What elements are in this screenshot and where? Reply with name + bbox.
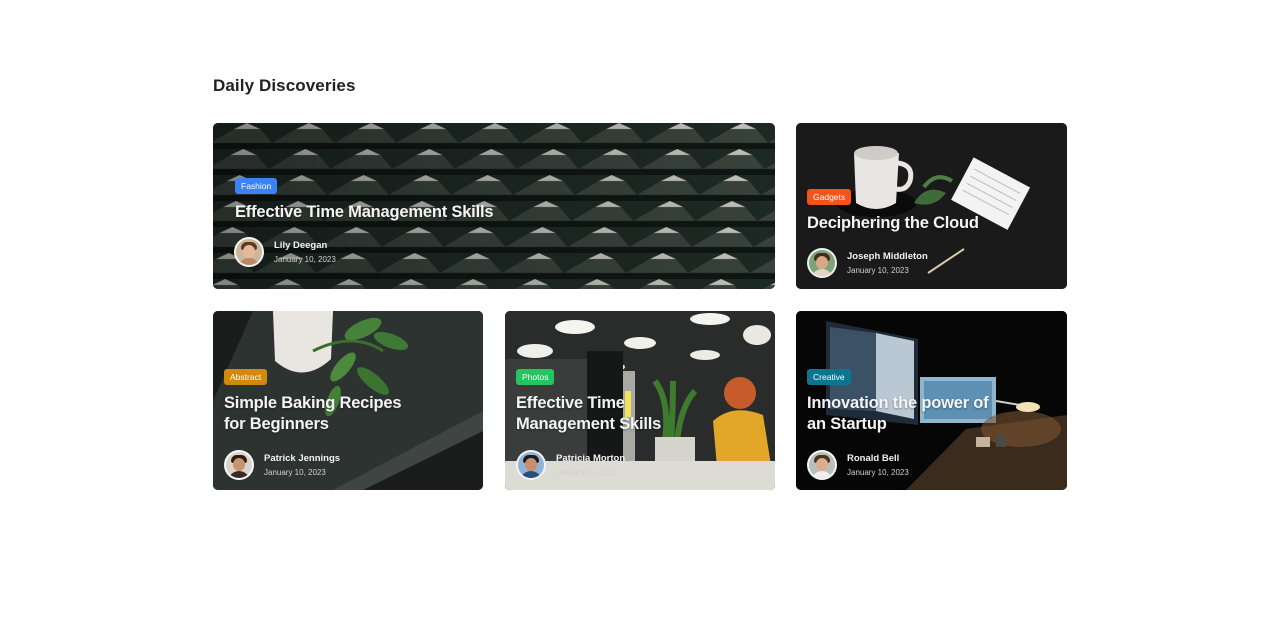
category-badge[interactable]: Photos: [516, 369, 555, 385]
post-date: January 10, 2023: [264, 468, 326, 477]
section-title: Daily Discoveries: [213, 76, 356, 95]
post-date: January 10, 2023: [847, 468, 909, 477]
article-card-time-management[interactable]: Fashion Effective Time Management Skills…: [213, 123, 775, 289]
author-avatar: [234, 237, 264, 267]
author-name[interactable]: Patricia Morton: [556, 453, 625, 464]
author-avatar: [516, 450, 546, 480]
article-card-startup-innovation[interactable]: Creative Innovation the power of an Star…: [796, 311, 1067, 490]
article-title-line: Simple Baking Recipes: [224, 394, 402, 412]
article-title-line: Effective Time: [516, 394, 625, 412]
category-badge[interactable]: Creative: [807, 369, 851, 385]
article-card-management-skills[interactable]: Photos Effective Time Management Skills …: [505, 311, 775, 490]
article-title-line: Management Skills: [516, 415, 662, 433]
article-title[interactable]: Effective Time Management Skills: [235, 202, 494, 223]
author-name[interactable]: Ronald Bell: [847, 453, 909, 464]
article-title-line: Innovation the power of: [807, 394, 989, 412]
author-info: Lily Deegan January 10, 2023: [234, 237, 336, 267]
author-name[interactable]: Patrick Jennings: [264, 453, 340, 464]
author-info: Patrick Jennings January 10, 2023: [224, 450, 340, 480]
article-title[interactable]: Deciphering the Cloud: [807, 213, 979, 234]
author-name[interactable]: Joseph Middleton: [847, 251, 928, 262]
author-info: Patricia Morton January 10, 2023: [516, 450, 625, 480]
category-badge[interactable]: Gadgets: [807, 189, 852, 205]
article-title-line: for Beginners: [224, 415, 329, 433]
author-name[interactable]: Lily Deegan: [274, 240, 336, 251]
author-info: Joseph Middleton January 10, 2023: [807, 248, 928, 278]
category-badge[interactable]: Fashion: [235, 178, 278, 194]
author-avatar: [224, 450, 254, 480]
post-date: January 10, 2023: [847, 266, 909, 275]
author-avatar: [807, 450, 837, 480]
article-card-deciphering-cloud[interactable]: Gadgets Deciphering the Cloud Joseph Mid…: [796, 123, 1067, 289]
article-title[interactable]: Simple Baking Recipes for Beginners: [224, 393, 402, 435]
category-badge[interactable]: Abstract: [224, 369, 268, 385]
post-date: January 10, 2023: [556, 468, 618, 477]
post-date: January 10, 2023: [274, 255, 336, 264]
author-avatar: [807, 248, 837, 278]
article-title-line: an Startup: [807, 415, 887, 433]
author-info: Ronald Bell January 10, 2023: [807, 450, 909, 480]
article-title[interactable]: Innovation the power of an Startup: [807, 393, 989, 435]
article-card-baking-recipes[interactable]: Abstract Simple Baking Recipes for Begin…: [213, 311, 483, 490]
article-title[interactable]: Effective Time Management Skills: [516, 393, 661, 435]
